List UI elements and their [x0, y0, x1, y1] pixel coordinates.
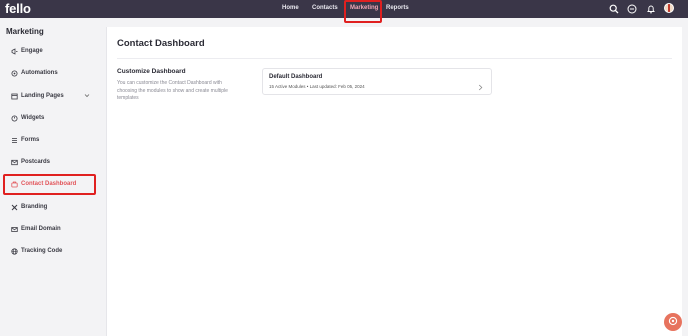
sidebar-item-landing-pages[interactable]: Landing Pages	[0, 87, 106, 105]
default-dashboard-card[interactable]: Default Dashboard 15 Active Modules • La…	[262, 68, 492, 95]
sidebar-item-label: Branding	[21, 204, 48, 210]
form-icon	[11, 137, 18, 144]
nav-home[interactable]: Home	[282, 5, 299, 11]
email-icon	[11, 226, 18, 233]
user-avatar[interactable]	[664, 3, 674, 13]
chat-bubble-icon	[668, 313, 678, 331]
sidebar-item-engage[interactable]: Engage	[0, 42, 106, 60]
page-icon	[11, 93, 18, 100]
sidebar-title: Marketing	[6, 27, 44, 36]
sidebar-item-label: Widgets	[21, 115, 45, 121]
nav-contacts[interactable]: Contacts	[312, 5, 338, 11]
sidebar-item-automations[interactable]: Automations	[0, 64, 106, 82]
add-circle-icon[interactable]	[626, 3, 637, 14]
sidebar-item-tracking-code[interactable]: Tracking Code	[0, 242, 106, 260]
branding-icon	[11, 204, 18, 211]
fello-logo[interactable]: fello	[5, 1, 31, 16]
card-title: Default Dashboard	[269, 74, 323, 80]
main-content: Contact Dashboard Customize Dashboard Yo…	[106, 27, 682, 336]
divider	[117, 58, 672, 59]
bell-icon[interactable]	[645, 3, 656, 14]
sidebar-item-label: Landing Pages	[21, 93, 64, 99]
section-title: Customize Dashboard	[117, 68, 186, 75]
megaphone-icon	[11, 47, 18, 55]
sidebar-item-label: Postcards	[21, 159, 51, 165]
help-chat-button[interactable]	[664, 313, 682, 331]
widget-icon	[11, 115, 18, 122]
automation-icon	[11, 70, 18, 77]
sidebar-item-label: Forms	[21, 137, 40, 143]
marketing-highlight-box	[344, 0, 382, 23]
chevron-right-icon	[478, 78, 483, 96]
nav-reports[interactable]: Reports	[386, 5, 409, 11]
card-meta: 15 Active Modules • Last updated: Feb 05…	[269, 84, 365, 89]
postcard-icon	[11, 159, 18, 166]
section-description: You can customize the Contact Dashboard …	[117, 80, 228, 101]
sidebar-item-label: Tracking Code	[21, 248, 63, 254]
sidebar-item-label: Email Domain	[21, 226, 61, 232]
search-icon[interactable]	[608, 3, 619, 14]
page-title: Contact Dashboard	[117, 38, 205, 49]
contact-dashboard-highlight-box	[3, 174, 96, 195]
sidebar-item-label: Automations	[21, 70, 58, 76]
sidebar-item-postcards[interactable]: Postcards	[0, 153, 106, 171]
sidebar-item-widgets[interactable]: Widgets	[0, 109, 106, 127]
chevron-down-icon[interactable]	[84, 93, 90, 100]
sidebar-item-label: Engage	[21, 48, 43, 54]
sidebar-item-email-domain[interactable]: Email Domain	[0, 220, 106, 238]
sidebar-item-forms[interactable]: Forms	[0, 131, 106, 149]
sidebar-item-branding[interactable]: Branding	[0, 198, 106, 216]
globe-icon	[11, 247, 18, 255]
